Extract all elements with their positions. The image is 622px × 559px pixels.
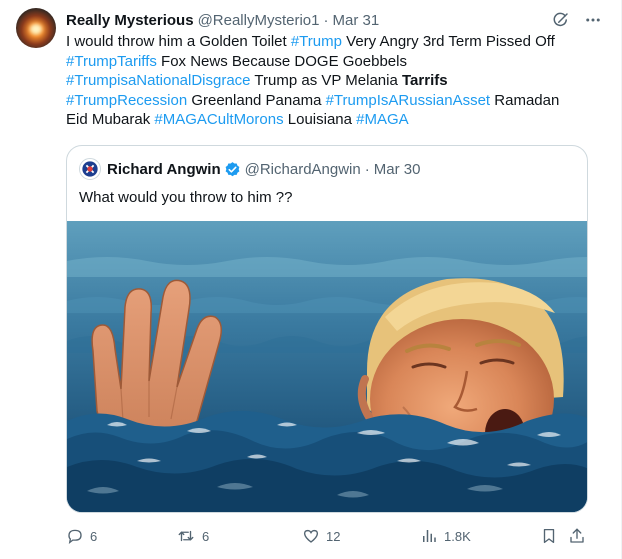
quoted-tweet[interactable]: Richard Angwin @RichardAngwin · Mar 30 W…	[66, 145, 588, 513]
repost-count: 6	[202, 528, 210, 544]
tweet-actions-bar: 6 6 12 1.8K	[66, 524, 590, 548]
drowning-scene-image	[67, 221, 587, 512]
quoted-tweet-date[interactable]: Mar 30	[374, 161, 421, 178]
tweet[interactable]: Really Mysterious @ReallyMysterio1 · Mar…	[0, 0, 622, 559]
bookmark-icon	[543, 528, 555, 544]
plain-text: I would throw him a Golden Toilet	[66, 33, 291, 50]
reply-count: 6	[90, 528, 98, 544]
grok-icon[interactable]	[550, 9, 572, 31]
views-icon	[423, 530, 436, 542]
more-icon[interactable]	[582, 9, 604, 31]
plain-text: Very Angry 3rd Term Pissed Off	[341, 33, 555, 50]
hashtag-link[interactable]: #MAGACultMorons	[154, 111, 283, 128]
plain-text: Louisiana	[283, 111, 357, 129]
reply-button[interactable]: 6	[66, 524, 97, 548]
repost-icon	[178, 530, 194, 542]
hashtag-link[interactable]: #TrumpisaNationalDisgrace	[66, 72, 251, 89]
view-count: 1.8K	[444, 528, 471, 544]
bookmark-button[interactable]	[540, 524, 558, 548]
hashtag-link[interactable]: #TrumpRecession	[66, 92, 187, 109]
tweet-text-line: #TrumpRecession Greenland Panama #TrumpI…	[66, 91, 596, 111]
quoted-author-handle[interactable]: @RichardAngwin	[245, 161, 361, 178]
tweet-date[interactable]: Mar 31	[333, 12, 380, 29]
plain-text: Eid Mubarak	[66, 111, 155, 129]
plain-text: Trump as VP Melania	[250, 72, 402, 90]
tweet-text-line: I would throw him a Golden Toilet #Trump…	[66, 32, 596, 52]
hashtag-link[interactable]: #MAGA	[356, 111, 409, 128]
hashtag-link[interactable]: #TrumpIsARussianAsset	[326, 92, 491, 109]
header-actions	[550, 9, 604, 31]
verified-badge-icon	[225, 161, 240, 176]
separator-dot: ·	[323, 11, 329, 29]
tweet-text-line: #TrumpTariffs Fox News Because DOGE Goeb…	[66, 52, 596, 72]
author-handle[interactable]: @ReallyMysterio1	[198, 12, 320, 29]
author-avatar[interactable]	[16, 8, 56, 48]
tweet-text-line: #TrumpisaNationalDisgrace Trump as VP Me…	[66, 71, 596, 91]
like-count: 12	[326, 528, 341, 544]
share-button[interactable]	[568, 524, 586, 548]
plain-text: Ramadan	[490, 91, 560, 109]
bold-text: Tarrifs	[402, 72, 448, 90]
tweet-text: I would throw him a Golden Toilet #Trump…	[66, 32, 596, 130]
reply-icon	[68, 529, 82, 544]
quoted-separator-dot: ·	[364, 160, 370, 178]
plain-text: Greenland Panama	[187, 91, 326, 109]
author-display-name[interactable]: Really Mysterious	[66, 12, 194, 29]
quoted-tweet-image[interactable]	[67, 221, 587, 512]
tweet-header: Really Mysterious @ReallyMysterio1 · Mar…	[66, 9, 608, 31]
tweet-text-line: Eid Mubarak #MAGACultMorons Louisiana #M…	[66, 110, 596, 130]
like-icon	[303, 529, 319, 543]
repost-button[interactable]: 6	[176, 524, 209, 548]
hashtag-link[interactable]: #TrumpTariffs	[66, 53, 157, 70]
quoted-author-avatar[interactable]	[79, 158, 101, 180]
quoted-author-name[interactable]: Richard Angwin	[107, 161, 221, 178]
hashtag-link[interactable]: #Trump	[291, 33, 342, 50]
views-button[interactable]: 1.8K	[420, 524, 471, 548]
quoted-tweet-text: What would you throw to him ??	[79, 189, 293, 206]
quoted-tweet-header: Richard Angwin @RichardAngwin · Mar 30	[79, 158, 420, 180]
share-icon	[570, 528, 584, 543]
like-button[interactable]: 12	[302, 524, 340, 548]
plain-text: Fox News Because DOGE Goebbels	[156, 52, 407, 70]
